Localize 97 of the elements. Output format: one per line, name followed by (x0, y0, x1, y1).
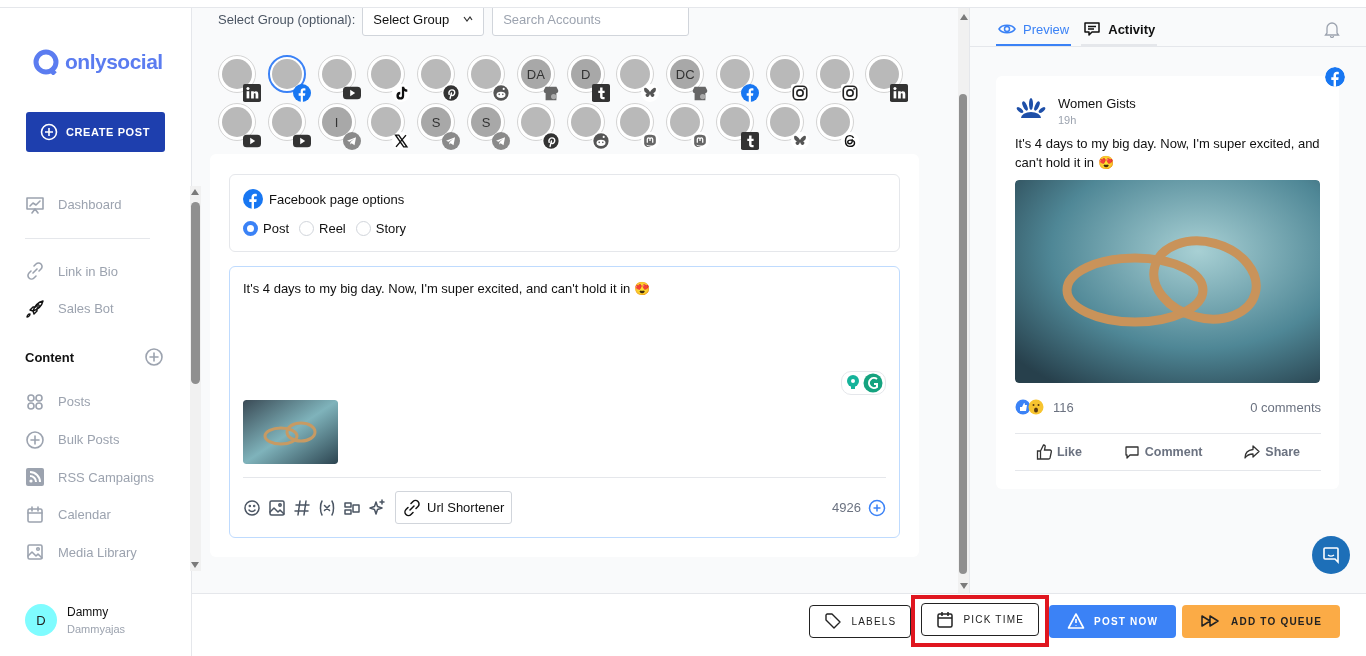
rss-icon (25, 467, 45, 488)
comment-count[interactable]: 0 comments (1250, 399, 1321, 415)
post-text: It's 4 days to my big day. Now, I'm super excited, and can't hold it in 😍 (1015, 135, 1321, 172)
section-title: Content (25, 349, 75, 365)
share-icon (1244, 444, 1261, 460)
network-badge-icon (691, 132, 710, 150)
post-type-radio[interactable]: Reel (299, 221, 346, 236)
grammar-widget[interactable] (841, 371, 886, 395)
user-name: Dammy (67, 605, 110, 619)
account-avatar[interactable]: S (417, 103, 456, 141)
network-badge-icon (243, 132, 261, 150)
action-button[interactable]: POST NOW (1049, 604, 1177, 638)
create-post-button[interactable]: CREATE POST (26, 112, 165, 152)
network-badge-icon (392, 132, 411, 150)
account-avatar[interactable]: S (467, 103, 505, 141)
post-type-radio[interactable]: Post (243, 221, 289, 236)
add-icon (40, 123, 58, 141)
add-icon (25, 429, 45, 450)
facebook-icon (243, 189, 263, 209)
thumbs-up-icon (1035, 444, 1052, 460)
calendar-icon (936, 610, 955, 629)
emoji-icon (243, 498, 261, 517)
network-badge-icon (541, 132, 560, 150)
page-name: Women Gists (1058, 96, 1136, 111)
network-badge-icon (292, 84, 311, 102)
chat-button[interactable] (1312, 536, 1350, 574)
network-badge-icon (641, 132, 660, 150)
account-avatar[interactable]: DA (516, 55, 555, 93)
sparkle-icon (368, 498, 386, 517)
network-badge-icon (392, 84, 411, 102)
network-badge-icon (442, 84, 461, 102)
post-action[interactable]: Share (1244, 444, 1301, 460)
post-time: 19h (1058, 114, 1078, 126)
tag-icon (824, 612, 843, 630)
chart-icon (25, 194, 45, 215)
network-badge-icon (740, 132, 759, 150)
network-badge-icon (641, 84, 660, 102)
link-icon (25, 261, 45, 282)
network-badge-icon (840, 132, 859, 150)
rocket-icon (25, 298, 45, 319)
network-badge-icon (591, 84, 610, 102)
bulb-icon (844, 373, 862, 391)
panel-tab[interactable]: Activity (1081, 14, 1158, 46)
add-icon[interactable] (868, 498, 886, 517)
network-badge-icon (492, 132, 510, 150)
grammar-icon (863, 373, 883, 393)
network-badge-icon (591, 132, 610, 150)
hashtag-icon (293, 498, 311, 517)
calendar-icon (25, 504, 45, 525)
network-badge-icon (790, 132, 809, 150)
user-avatar: D (25, 604, 57, 636)
network-badge-icon (790, 84, 809, 102)
variable-icon (318, 498, 336, 517)
sidebar-item[interactable]: Link in Bio (25, 252, 190, 291)
reactions-icon (1015, 399, 1045, 415)
reaction-count: 116 (1053, 399, 1074, 415)
post-action[interactable]: Comment (1123, 444, 1203, 460)
panel-tab[interactable]: Preview (996, 14, 1072, 46)
network-badge-icon (342, 132, 361, 150)
comment-icon (1123, 444, 1140, 460)
account-avatar[interactable]: D (566, 55, 605, 93)
group-label: Select Group (optional): (218, 11, 356, 27)
options-title: Facebook page options (269, 191, 405, 207)
radio-dot[interactable] (243, 221, 258, 236)
network-badge-icon (541, 84, 560, 102)
post-action[interactable]: Like (1035, 444, 1082, 460)
network-badge-icon (342, 84, 361, 102)
chat-icon (1083, 20, 1102, 38)
network-badge-icon (740, 84, 759, 102)
network-badge-icon (243, 84, 261, 102)
network-badge-icon (442, 132, 461, 150)
bell-icon (1324, 20, 1340, 38)
search-field[interactable]: Search Accounts (492, 8, 690, 36)
image-icon (25, 542, 45, 563)
character-count: 4926 (832, 500, 861, 515)
image-icon (268, 498, 286, 517)
network-badge-icon (492, 84, 510, 102)
link-icon (403, 498, 421, 517)
user-handle: Dammyajas (67, 623, 126, 635)
logo-icon (33, 49, 59, 75)
network-badge-icon (840, 84, 859, 102)
grid-icon (25, 391, 45, 412)
network-badge-icon (292, 132, 311, 150)
action-button[interactable]: ADD TO QUEUE (1182, 604, 1340, 638)
account-avatar[interactable]: DC (666, 55, 705, 93)
warning-icon (1067, 612, 1086, 630)
logo-text: onlysocial (65, 50, 163, 74)
chat-bubble-icon (1322, 546, 1340, 564)
group-select[interactable]: Select Group (362, 8, 485, 36)
network-badge-icon (890, 84, 909, 102)
url-shortener-button[interactable]: Url Shortener (395, 491, 513, 524)
account-avatar[interactable]: I (317, 103, 356, 141)
action-button[interactable]: PICK TIME (921, 603, 1040, 636)
post-text[interactable]: It's 4 days to my big day. Now, I'm super excited, and can't hold it in 😍 (243, 281, 886, 369)
post-type-radio[interactable]: Story (355, 221, 407, 236)
network-badge-icon (691, 84, 710, 102)
action-button[interactable]: LABELS (809, 604, 912, 638)
